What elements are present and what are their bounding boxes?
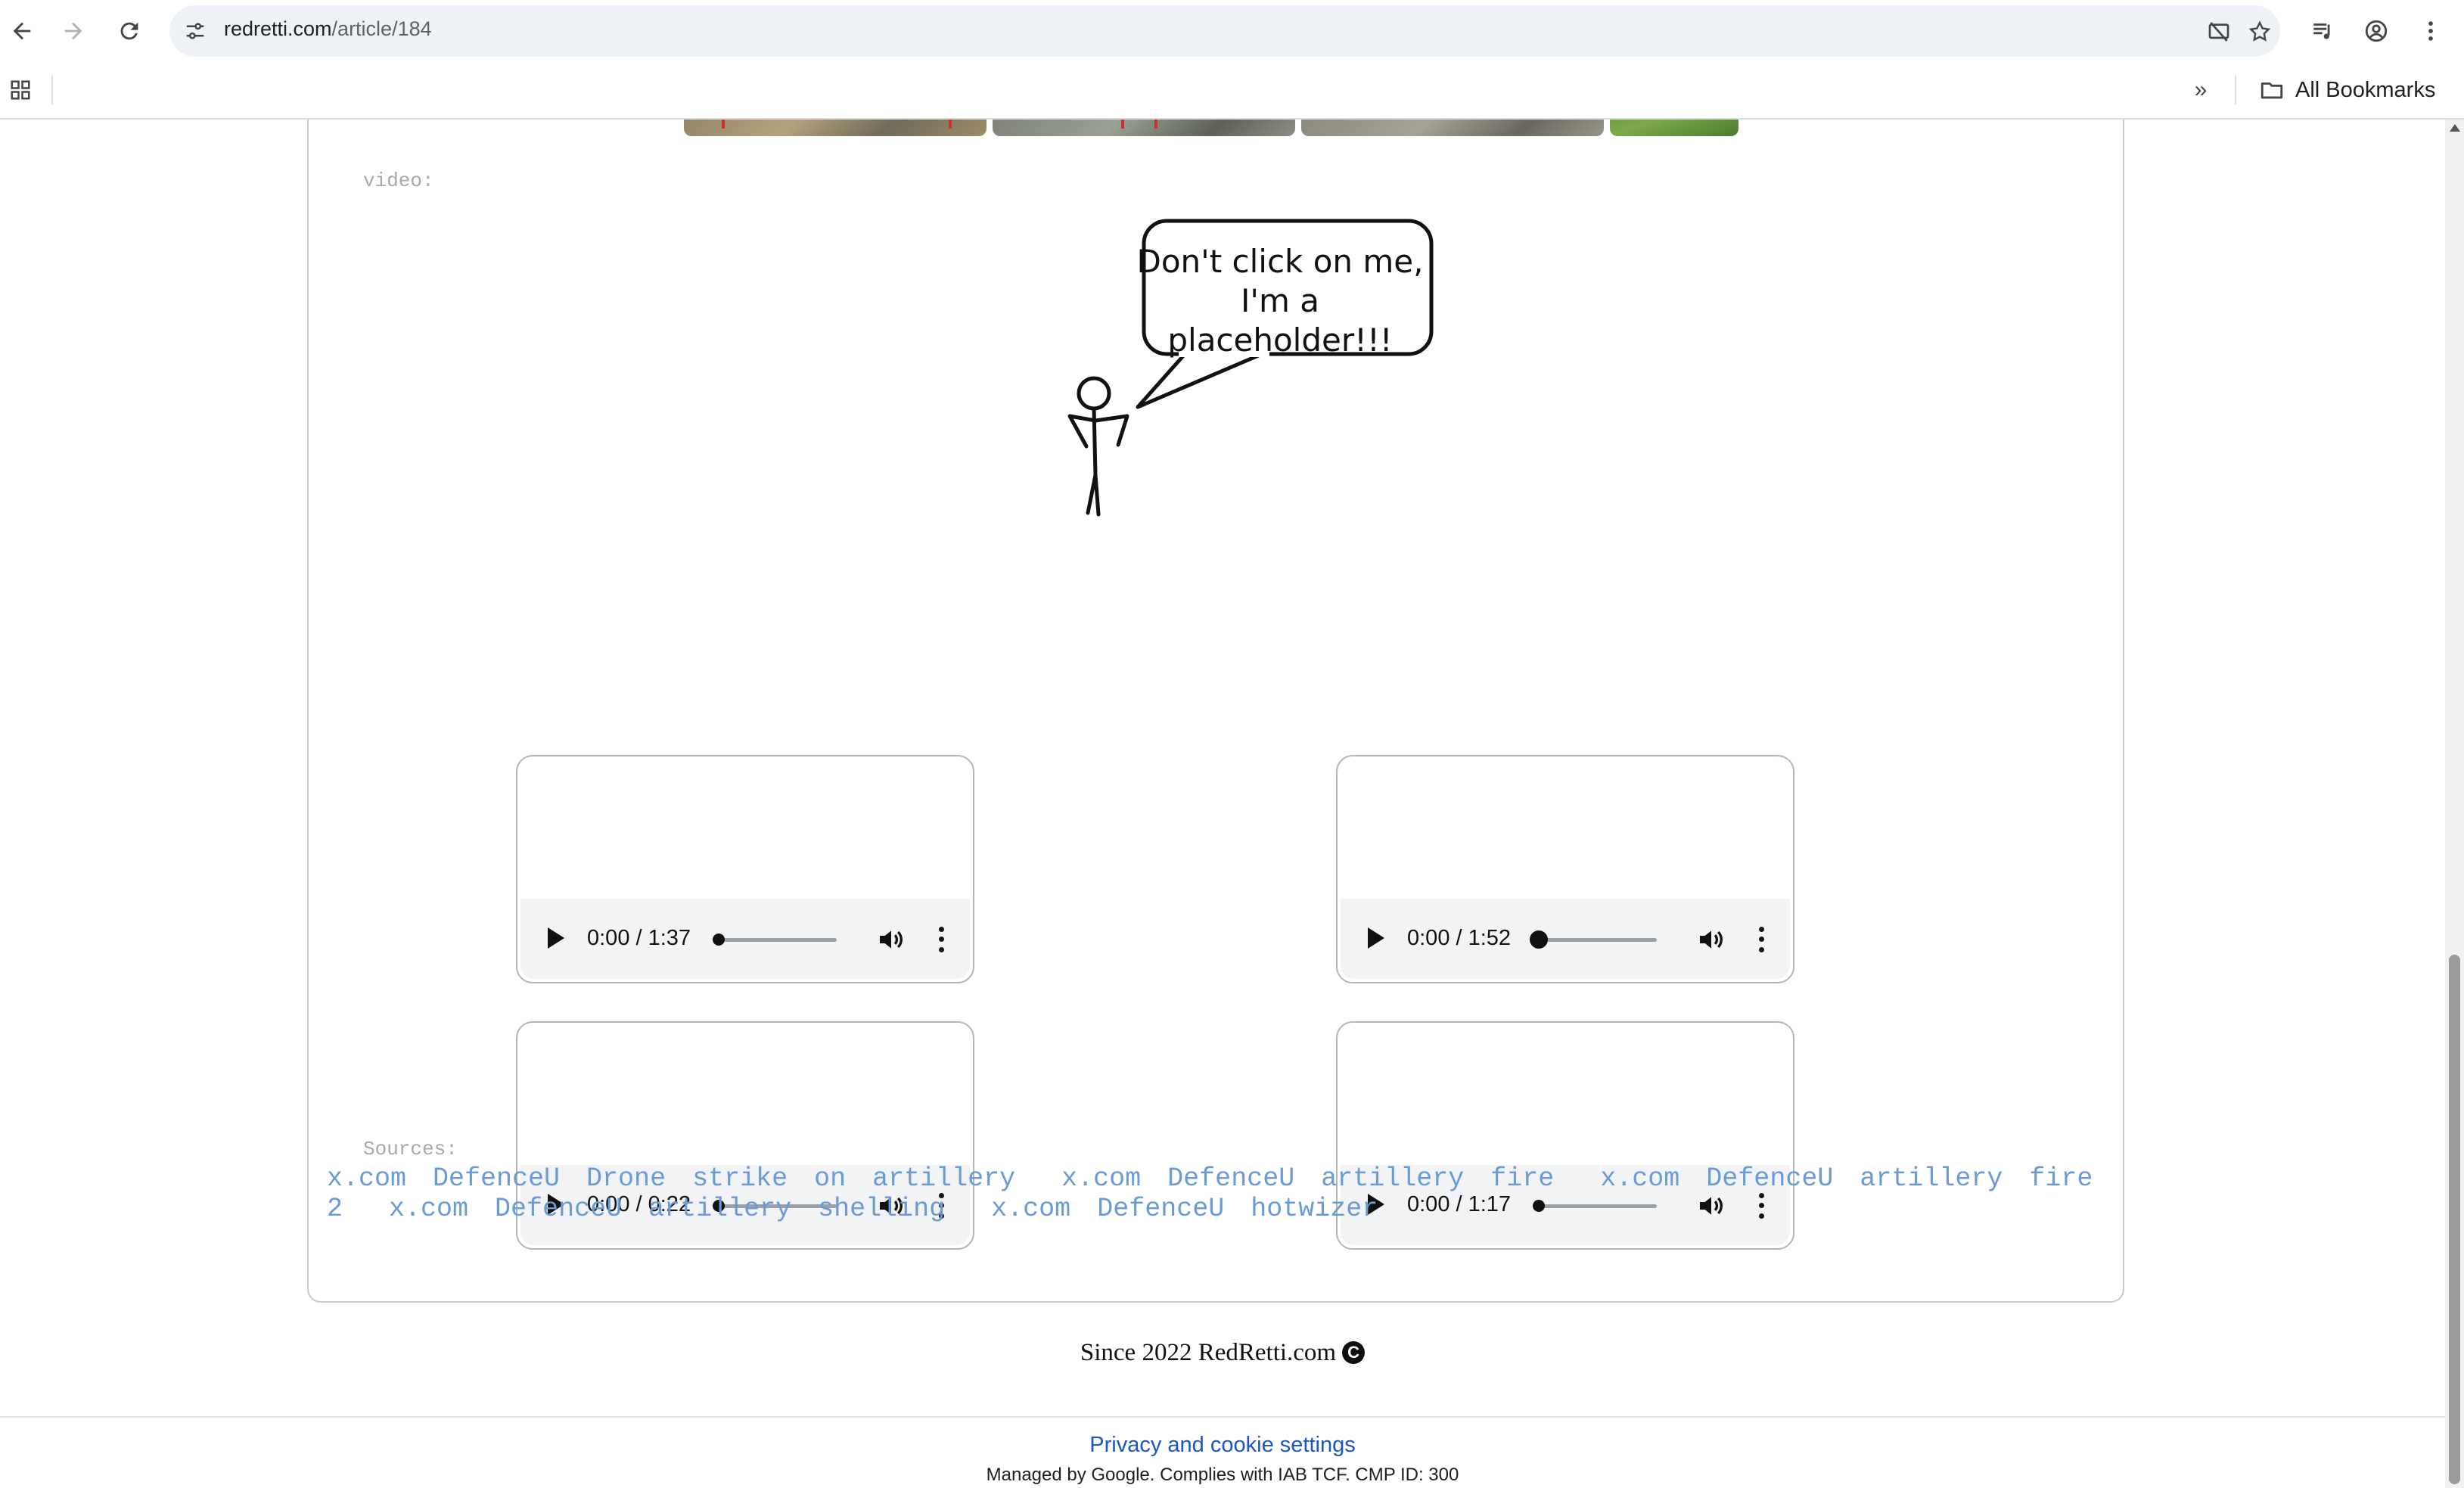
url-text: redretti.com/article/184	[224, 17, 432, 41]
sources-section-label: Sources:	[363, 1138, 458, 1160]
copyright-icon: C	[1342, 1341, 1366, 1364]
source-link[interactable]: x.com DefenceU Drone strike on artillery	[327, 1163, 1015, 1194]
source-link[interactable]: x.com DefenceU hotwizer	[991, 1194, 1378, 1224]
forward-arrow-icon	[64, 22, 82, 40]
play-icon[interactable]	[1368, 927, 1384, 949]
cookie-consent-footer: Privacy and cookie settings Managed by G…	[0, 1416, 2445, 1488]
scroll-up-arrow-icon[interactable]	[2450, 124, 2460, 132]
seek-knob[interactable]	[713, 933, 725, 946]
all-bookmarks-label: All Bookmarks	[2295, 77, 2436, 102]
bookmarks-separator	[51, 76, 53, 104]
more-options-icon[interactable]	[934, 924, 949, 955]
seek-knob[interactable]	[1530, 930, 1548, 949]
folder-icon	[2260, 82, 2283, 99]
all-bookmarks-button[interactable]: All Bookmarks	[2259, 73, 2435, 107]
playlist-icon	[2313, 23, 2330, 39]
bubble-line: I'm a placeholder!!!	[1167, 282, 1393, 359]
audio-controls: 0:00 / 1:37	[520, 899, 970, 979]
url-domain: redretti.com	[224, 17, 332, 40]
audio-player[interactable]: 0:00 / 1:52	[1336, 755, 1794, 983]
scrollbar-thumb[interactable]	[2449, 955, 2460, 1484]
article-container: video: Don't click on me, I'm a placehol…	[307, 120, 2124, 1303]
audio-time: 0:00 / 1:52	[1407, 926, 1512, 950]
audio-player[interactable]: 0:00 / 1:37	[516, 755, 974, 983]
profile-button[interactable]	[2354, 9, 2398, 53]
back-button[interactable]	[0, 9, 44, 53]
privacy-cookie-settings-link[interactable]: Privacy and cookie settings	[0, 1433, 2445, 1458]
source-link[interactable]: x.com DefenceU artillery fire	[1061, 1163, 1554, 1194]
audio-seek-slider[interactable]	[713, 933, 837, 946]
address-bar[interactable]: redretti.com/article/184	[169, 5, 2280, 57]
reload-icon	[120, 22, 138, 40]
bubble-line: Don't click on me,	[1136, 243, 1424, 280]
video-section-label: video:	[363, 169, 434, 192]
site-footer-since: Since 2022 RedRetti.com C	[0, 1339, 2445, 1367]
bookmark-star-icon[interactable]	[2242, 14, 2277, 49]
kebab-menu-icon	[2428, 21, 2433, 41]
sources-list: x.com DefenceU Drone strike on artillery…	[327, 1163, 2105, 1224]
gallery-thumbnail[interactable]	[1301, 120, 1604, 136]
source-link[interactable]: x.com DefenceU artillery shelling	[389, 1194, 945, 1224]
since-text: Since 2022 RedRetti.com	[1080, 1339, 1337, 1366]
cast-off-icon[interactable]	[2201, 14, 2236, 49]
browser-menu-button[interactable]	[2409, 9, 2453, 53]
browser-toolbar: redretti.com/article/184	[0, 0, 2464, 62]
url-path: /article/184	[331, 17, 432, 40]
more-bookmarks-chevron-icon[interactable]: »	[2185, 74, 2217, 106]
reload-button[interactable]	[107, 9, 151, 53]
bookmarks-bar: » All Bookmarks	[0, 62, 2464, 120]
back-arrow-icon	[13, 22, 31, 40]
gallery-thumbnail[interactable]	[993, 120, 1295, 136]
volume-icon[interactable]	[876, 924, 906, 955]
bookmarks-separator	[2235, 76, 2236, 104]
profile-avatar-icon	[2365, 20, 2388, 42]
page-viewport: video: Don't click on me, I'm a placehol…	[0, 120, 2445, 1488]
audio-controls: 0:00 / 1:52	[1341, 899, 1790, 979]
forward-button[interactable]	[51, 9, 95, 53]
more-options-icon[interactable]	[1754, 924, 1769, 955]
placeholder-speech-bubble-text: Don't click on me, I'm a placeholder!!!	[1136, 242, 1424, 360]
consent-managed-by-text: Managed by Google. Complies with IAB TCF…	[986, 1465, 1459, 1485]
volume-icon[interactable]	[1696, 924, 1726, 955]
audio-time: 0:00 / 1:37	[587, 926, 691, 950]
gallery-thumbnail[interactable]	[684, 120, 987, 136]
site-info-icon[interactable]	[177, 13, 213, 49]
apps-grid-icon[interactable]	[5, 74, 36, 106]
audio-seek-slider[interactable]	[1530, 930, 1657, 949]
media-controls-button[interactable]	[2301, 9, 2345, 53]
play-icon[interactable]	[548, 927, 564, 949]
gallery-thumbnail[interactable]	[1610, 120, 1738, 136]
